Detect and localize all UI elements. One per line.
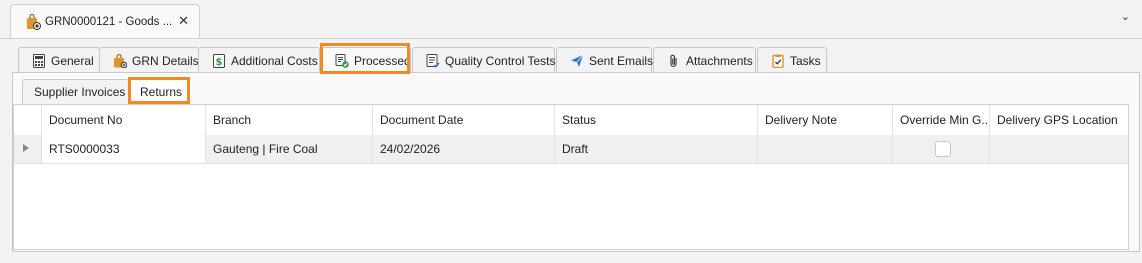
document-tab-title: GRN0000121 - Goods ...	[45, 15, 173, 28]
column-header-branch[interactable]: Branch	[205, 105, 372, 135]
column-header-document-date[interactable]: Document Date	[372, 105, 554, 135]
cell-status[interactable]: Draft	[554, 135, 757, 163]
tab-label: Quality Control Tests	[445, 53, 556, 68]
tab-label: Sent Emails	[589, 53, 654, 68]
column-header-delivery-note[interactable]: Delivery Note	[757, 105, 892, 135]
cell-document-date[interactable]: 24/02/2026	[372, 135, 554, 163]
grid-header: Document No Branch Document Date Status …	[14, 105, 1128, 136]
paperclip-icon	[667, 54, 681, 68]
subtab-supplier-invoices[interactable]: Supplier Invoices	[22, 79, 129, 104]
cell-override-min[interactable]	[892, 135, 989, 163]
send-icon	[570, 54, 584, 68]
tab-label: Processed	[354, 54, 411, 68]
svg-text:$: $	[216, 57, 223, 68]
document-tab-strip: GRN0000121 - Goods ... ✕ ⌄	[0, 0, 1142, 39]
tab-label: General	[51, 53, 94, 68]
tab-additional-costs[interactable]: $ Additional Costs	[198, 47, 320, 73]
tab-label: Tasks	[790, 53, 821, 68]
table-row[interactable]: RTS0000033 Gauteng | Fire Coal 24/02/202…	[14, 135, 1128, 164]
subtab-label: Returns	[140, 85, 183, 99]
tab-tasks[interactable]: Tasks	[757, 47, 827, 73]
tab-grn-details[interactable]: GRN Details	[99, 47, 199, 73]
column-header-override-min[interactable]: Override Min G...	[892, 105, 989, 135]
cell-document-no[interactable]: RTS0000033	[41, 135, 205, 163]
expand-row-icon[interactable]	[23, 144, 29, 152]
tab-general[interactable]: General	[18, 47, 100, 73]
cell-branch[interactable]: Gauteng | Fire Coal	[205, 135, 372, 163]
returns-grid: Document No Branch Document Date Status …	[13, 104, 1129, 250]
bag-plus-icon	[25, 13, 41, 30]
dollar-icon: $	[212, 53, 226, 68]
close-icon[interactable]: ✕	[178, 13, 189, 29]
document-tab[interactable]: GRN0000121 - Goods ... ✕	[10, 4, 200, 38]
check-document-icon	[335, 54, 349, 68]
column-header-document-no[interactable]: Document No	[41, 105, 205, 135]
cell-delivery-note[interactable]	[757, 135, 892, 163]
tab-sent-emails[interactable]: Sent Emails	[556, 47, 654, 73]
column-header-status[interactable]: Status	[554, 105, 757, 135]
tab-processed[interactable]: Processed	[321, 47, 411, 74]
tab-quality-control-tests[interactable]: Quality Control Tests	[412, 47, 556, 73]
calculator-icon	[32, 53, 46, 68]
override-min-checkbox[interactable]	[935, 141, 951, 157]
tab-label: Attachments	[686, 53, 753, 68]
cell-delivery-gps-location[interactable]	[989, 135, 1128, 163]
tab-label: Additional Costs	[231, 53, 318, 68]
subtab-returns[interactable]: Returns	[128, 79, 190, 104]
chevron-down-icon[interactable]: ⌄	[1121, 10, 1130, 23]
clipboard-check-icon	[771, 54, 785, 68]
tab-attachments[interactable]: Attachments	[653, 47, 756, 73]
tab-label: GRN Details	[132, 53, 199, 68]
column-header-delivery-gps-location[interactable]: Delivery GPS Location	[989, 105, 1128, 135]
subtab-label: Supplier Invoices	[34, 85, 126, 99]
bag-icon	[113, 53, 127, 68]
checklist-icon	[426, 53, 440, 68]
